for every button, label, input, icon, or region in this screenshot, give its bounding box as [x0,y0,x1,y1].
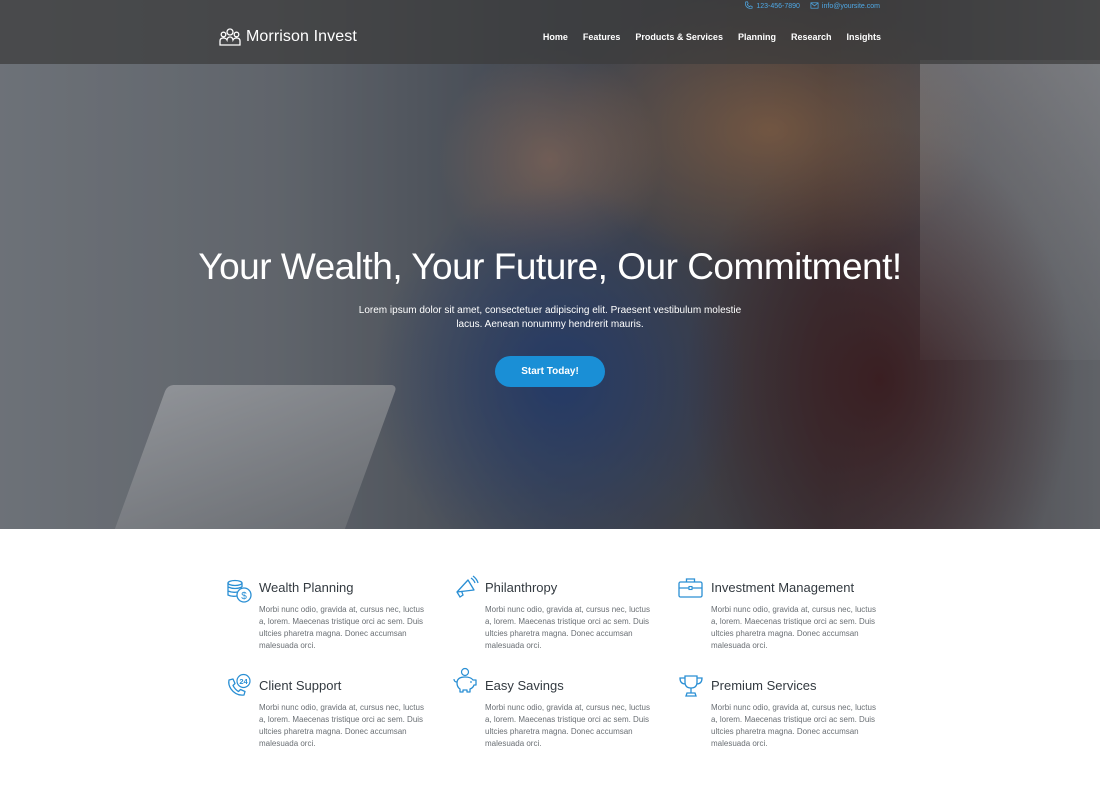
service-title: Investment Management [711,580,855,595]
service-title: Easy Savings [485,678,564,693]
nav-item-home[interactable]: Home [543,32,568,42]
service-text: Morbi nunc odio, gravida at, cursus nec,… [485,605,650,650]
contact-email-text: info@yoursite.com [821,3,880,10]
phone-icon [744,1,753,12]
hero-section: 123-456-7890 info@yoursite.com Morrison … [0,0,1100,529]
trophy-icon [678,673,706,701]
service-title: Wealth Planning [259,580,354,595]
envelope-icon [810,1,819,12]
contact-strip: 123-456-7890 info@yoursite.com [744,1,880,12]
svg-text:24: 24 [239,677,248,686]
phone-24-icon: 24 [226,673,254,701]
nav-item-products-services[interactable]: Products & Services [635,32,723,42]
start-today-button[interactable]: Start Today! [495,356,605,387]
contact-email[interactable]: info@yoursite.com [810,1,880,12]
service-text: Morbi nunc odio, gravida at, cursus nec,… [711,605,876,650]
service-text: Morbi nunc odio, gravida at, cursus nec,… [711,703,876,748]
hero-title: Your Wealth, Your Future, Our Commitment… [198,246,902,287]
service-title: Philanthropy [485,580,558,595]
nav-item-planning[interactable]: Planning [738,32,776,42]
nav-item-research[interactable]: Research [791,32,832,42]
brand-name: Morrison Invest [246,28,357,45]
service-text: Morbi nunc odio, gravida at, cursus nec,… [485,703,650,748]
service-title: Premium Services [711,678,817,693]
contact-phone[interactable]: 123-456-7890 [744,1,800,12]
hero-text: Lorem ipsum dolor sit amet, consectetuer… [358,305,742,330]
brand[interactable]: Morrison Invest [219,27,357,47]
nav-item-insights[interactable]: Insights [846,32,881,42]
service-text: Morbi nunc odio, gravida at, cursus nec,… [259,605,424,650]
coins-dollar-icon: $ [226,577,254,605]
services-section: $ Wealth Planning Morbi nunc odio, gravi… [0,529,1100,800]
piggy-bank-icon [452,667,480,695]
briefcase-icon [678,574,706,602]
service-title: Client Support [259,678,342,693]
header-bar: 123-456-7890 info@yoursite.com Morrison … [0,0,1100,64]
service-text: Morbi nunc odio, gravida at, cursus nec,… [259,703,424,748]
people-group-logo-icon [219,27,241,47]
nav-item-features[interactable]: Features [583,32,621,42]
svg-text:$: $ [241,591,247,602]
main-nav: Home Features Products & Services Planni… [528,32,881,42]
contact-phone-text: 123-456-7890 [756,3,800,10]
megaphone-icon [452,574,480,602]
